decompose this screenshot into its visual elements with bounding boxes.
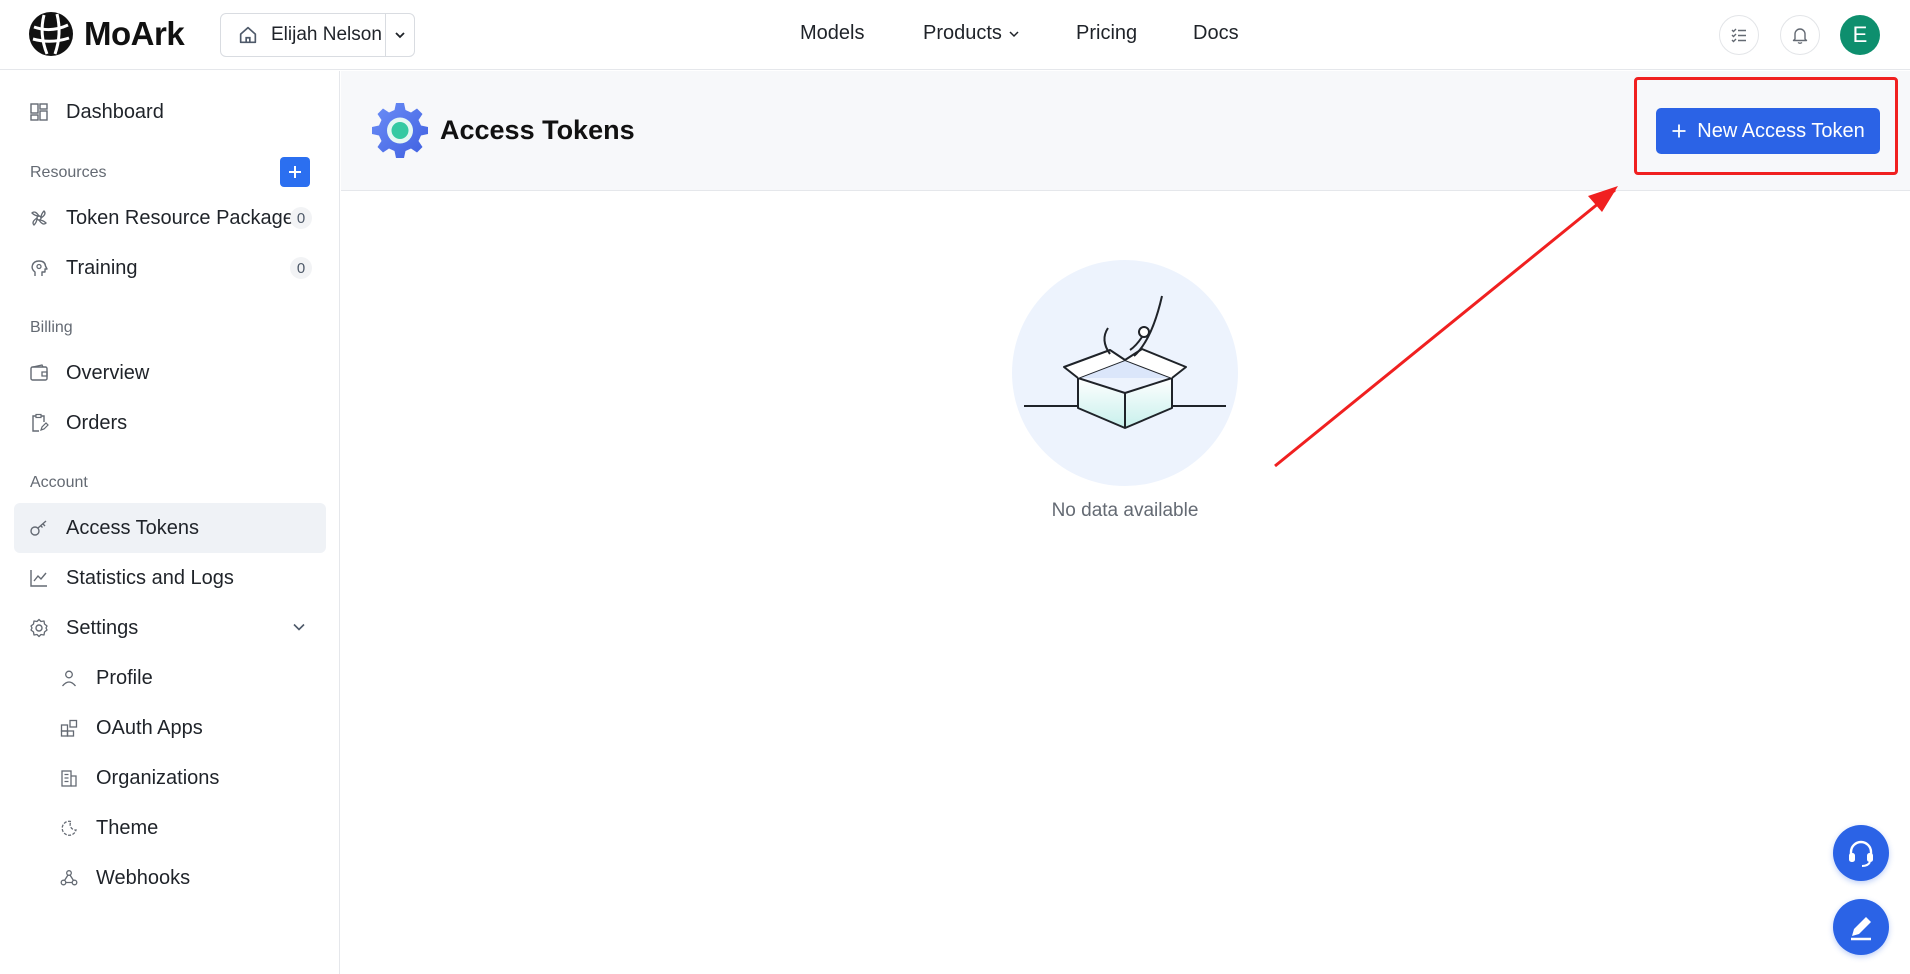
nav-docs[interactable]: Docs: [1193, 22, 1239, 45]
sidebar-item-label: Webhooks: [96, 866, 191, 889]
plus-icon: [1672, 124, 1686, 138]
section-resources: Resources: [30, 164, 107, 181]
sidebar-item-oauth-apps[interactable]: OAuth Apps: [14, 703, 326, 753]
key-icon: [28, 517, 50, 539]
space-dropdown-toggle[interactable]: [386, 14, 414, 56]
nav-products[interactable]: Products: [923, 22, 1020, 45]
building-icon: [58, 767, 80, 789]
sidebar-item-dashboard[interactable]: Dashboard: [14, 87, 326, 137]
sidebar-item-label: Overview: [66, 361, 150, 384]
chevron-down-icon: [293, 623, 305, 631]
sidebar-item-label: Statistics and Logs: [66, 566, 234, 589]
notifications-button[interactable]: [1780, 15, 1820, 55]
sidebar-item-overview[interactable]: Overview: [14, 348, 326, 398]
sidebar-item-training[interactable]: Training 0: [14, 243, 326, 293]
logo-text: MoArk: [84, 15, 185, 52]
new-access-token-label: New Access Token: [1697, 119, 1865, 142]
bell-icon: [1792, 28, 1808, 44]
sidebar-item-label: Token Resource Package: [66, 206, 294, 229]
clipboard-edit-icon: [28, 412, 50, 434]
line-chart-icon: [28, 567, 50, 589]
gear-icon: [28, 617, 50, 639]
sidebar-item-label: OAuth Apps: [96, 716, 203, 739]
wallet-icon: [28, 362, 50, 384]
pencil-icon: [1851, 917, 1871, 941]
add-resource-button[interactable]: [280, 157, 310, 187]
sidebar-item-access-tokens[interactable]: Access Tokens: [14, 503, 326, 553]
sidebar-item-label: Profile: [96, 666, 153, 689]
task-list-button[interactable]: [1719, 15, 1759, 55]
sidebar-item-orders[interactable]: Orders: [14, 398, 326, 448]
sidebar-item-label: Orders: [66, 411, 128, 434]
sidebar-item-organizations[interactable]: Organizations: [14, 753, 326, 803]
plus-icon: [289, 166, 301, 178]
sidebar-item-token-resource-package[interactable]: Token Resource Package 0: [14, 193, 326, 243]
section-account: Account: [30, 474, 88, 491]
brain-head-icon: [28, 257, 50, 279]
nav-pricing[interactable]: Pricing: [1076, 22, 1137, 45]
globe-logo-icon: [29, 12, 73, 56]
sidebar-item-label: Settings: [66, 616, 139, 639]
home-icon: [239, 26, 257, 44]
nav-models[interactable]: Models: [800, 22, 864, 45]
apps-icon: [58, 717, 80, 739]
sidebar-item-label: Dashboard: [66, 100, 164, 123]
nav-products-label: Products: [923, 22, 1002, 44]
chevron-down-icon: [1009, 30, 1019, 37]
support-chat-button[interactable]: [1833, 825, 1889, 881]
count-badge: 0: [290, 207, 312, 229]
empty-state-illustration: [1012, 260, 1238, 486]
chevron-down-icon: [395, 32, 405, 39]
count-badge: 0: [290, 257, 312, 279]
sidebar-item-label: Training: [66, 256, 138, 279]
page-title: Access Tokens: [440, 115, 635, 145]
empty-box-icon: [1024, 295, 1226, 429]
dashboard-icon: [28, 101, 50, 123]
webhook-icon: [58, 867, 80, 889]
empty-state-text: No data available: [1051, 500, 1199, 521]
annotation-arrow: [1274, 186, 1618, 468]
top-bar: MoArk Elijah Nelson Models Products Pric…: [0, 0, 1910, 70]
logo[interactable]: MoArk: [28, 11, 185, 57]
sidebar-item-label: Organizations: [96, 766, 220, 789]
section-billing: Billing: [30, 319, 73, 336]
sidebar-item-label: Theme: [96, 816, 159, 839]
new-access-token-button[interactable]: New Access Token: [1656, 108, 1880, 154]
user-icon: [58, 667, 80, 689]
checklist-icon: [1731, 28, 1746, 43]
sidebar-item-statistics-and-logs[interactable]: Statistics and Logs: [14, 553, 326, 603]
headset-icon: [1849, 840, 1873, 867]
feedback-edit-button[interactable]: [1833, 899, 1889, 955]
space-name: Elijah Nelson: [271, 24, 382, 45]
sidebar: Dashboard Resources Token Resource Packa…: [0, 71, 340, 974]
sidebar-item-webhooks[interactable]: Webhooks: [14, 853, 326, 903]
space-selector[interactable]: Elijah Nelson: [220, 13, 415, 57]
gear-page-icon: [372, 103, 428, 158]
sidebar-item-settings[interactable]: Settings: [14, 603, 326, 653]
user-avatar[interactable]: E: [1840, 15, 1880, 55]
pinwheel-icon: [28, 207, 50, 229]
sidebar-item-label: Access Tokens: [66, 516, 200, 539]
sidebar-item-theme[interactable]: Theme: [14, 803, 326, 853]
sidebar-item-profile[interactable]: Profile: [14, 653, 326, 703]
moon-icon: [58, 817, 80, 839]
